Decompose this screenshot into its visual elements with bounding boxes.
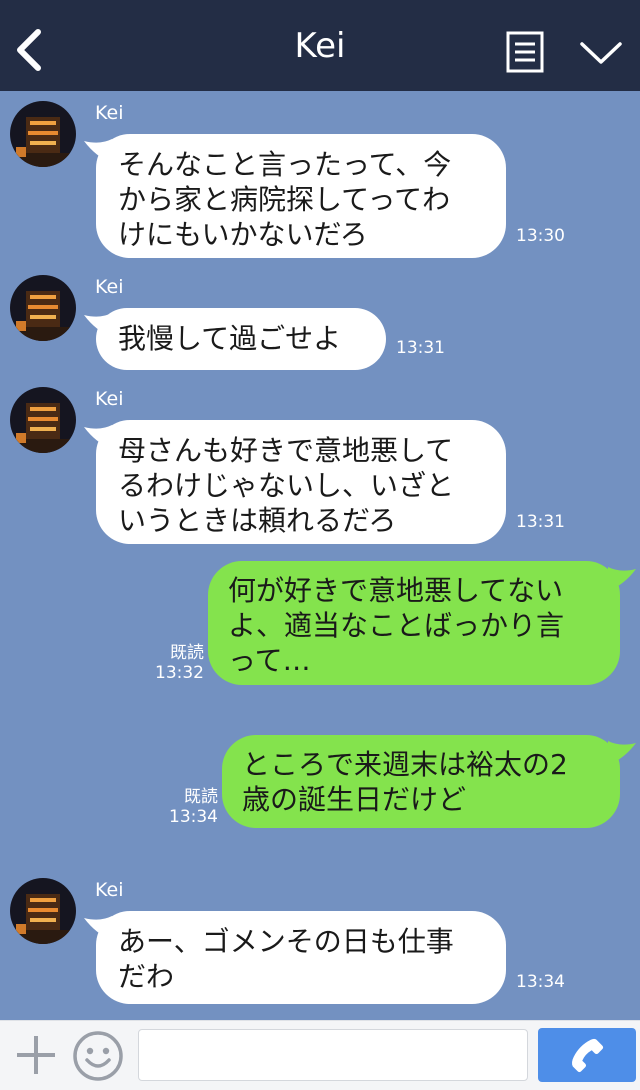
smiley-icon[interactable] — [72, 1030, 124, 1082]
call-button[interactable] — [538, 1028, 636, 1082]
outgoing-message[interactable]: 何が好きで意地悪してない よ、適当なことばっかり言 って… — [208, 561, 620, 685]
message-time: 13:34 — [516, 972, 565, 992]
message-time: 13:31 — [516, 512, 565, 532]
incoming-message[interactable]: そんなこと言ったって、今 から家と病院探してってわ けにもいかないだろ — [96, 134, 506, 258]
read-receipt: 既読 13:34 — [160, 787, 218, 827]
message-time: 13:31 — [396, 338, 445, 358]
avatar[interactable] — [10, 387, 76, 453]
read-label: 既読 — [184, 787, 218, 807]
notes-icon[interactable] — [506, 31, 544, 73]
message-time: 13:34 — [169, 807, 218, 827]
input-bar — [0, 1020, 640, 1090]
avatar[interactable] — [10, 878, 76, 944]
sender-name: Kei — [95, 276, 124, 298]
avatar[interactable] — [10, 101, 76, 167]
bubble-tail — [608, 567, 636, 591]
read-receipt: 既読 13:32 — [150, 643, 204, 683]
incoming-message[interactable]: 我慢して過ごせよ — [96, 308, 386, 370]
incoming-message[interactable]: 母さんも好きで意地悪して るわけじゃないし、いざと いうときは頼れるだろ — [96, 420, 506, 544]
sender-name: Kei — [95, 879, 124, 901]
sender-name: Kei — [95, 388, 124, 410]
outgoing-message[interactable]: ところで来週末は裕太の2 歳の誕生日だけど — [222, 735, 620, 828]
avatar[interactable] — [10, 275, 76, 341]
chat-title: Kei — [294, 26, 346, 66]
message-list[interactable]: Kei そんなこと言ったって、今 から家と病院探してってわ けにもいかないだろ … — [0, 91, 640, 1020]
message-time: 13:32 — [155, 663, 204, 683]
read-label: 既読 — [170, 643, 204, 663]
chat-header: Kei — [0, 0, 640, 91]
incoming-message[interactable]: あー、ゴメンその日も仕事 だわ — [96, 911, 506, 1004]
phone-icon — [571, 1038, 604, 1073]
bubble-tail — [608, 741, 636, 765]
message-time: 13:30 — [516, 226, 565, 246]
message-input[interactable] — [138, 1029, 528, 1081]
sender-name: Kei — [95, 102, 124, 124]
chevron-down-icon[interactable] — [578, 38, 624, 68]
plus-icon[interactable] — [14, 1033, 58, 1077]
